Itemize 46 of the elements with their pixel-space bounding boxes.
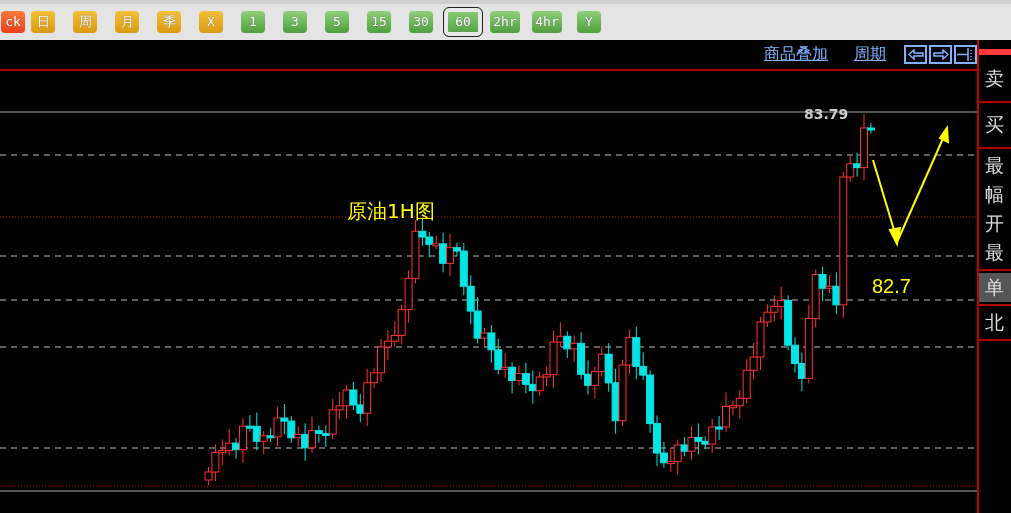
candlestick <box>342 384 351 420</box>
candlestick <box>666 447 675 473</box>
candlestick <box>225 428 234 457</box>
period-button[interactable]: 月 <box>115 11 139 33</box>
candlestick <box>535 371 544 397</box>
period-button[interactable]: 15 <box>367 11 391 33</box>
period-button[interactable]: 日 <box>31 11 55 33</box>
period-button[interactable]: 2hr <box>490 11 520 33</box>
candlestick <box>501 352 510 379</box>
period-button[interactable]: 5 <box>325 11 349 33</box>
period-button[interactable]: 3 <box>283 11 307 33</box>
quote-label: 最 <box>984 152 1005 178</box>
candlestick <box>349 381 358 411</box>
period-button[interactable]: 4hr <box>532 11 562 33</box>
candlestick <box>528 369 537 405</box>
candlestick <box>494 338 503 375</box>
quote-label: 买 <box>984 112 1005 137</box>
period-button[interactable]: 1 <box>241 11 265 33</box>
candlestick <box>563 330 572 359</box>
target-price-label: 82.7 <box>872 275 911 297</box>
candlestick <box>287 415 296 444</box>
layout-icon[interactable] <box>954 45 977 64</box>
quote-label: 单 <box>979 273 1011 302</box>
chart-title: 原油1H图 <box>347 199 435 223</box>
quote-label: 北 <box>984 309 1005 335</box>
candlestick <box>466 274 475 325</box>
candlestick <box>404 269 413 324</box>
period-button[interactable]: X <box>199 11 223 33</box>
quote-label: 卖 <box>984 66 1005 91</box>
quote-label: 开 <box>984 210 1005 236</box>
candlestick <box>383 329 392 361</box>
period-button[interactable]: 60 <box>443 7 483 37</box>
candlestick <box>280 403 289 435</box>
period-button[interactable]: 季 <box>157 11 181 33</box>
period-button[interactable]: Y <box>577 11 601 33</box>
period-button[interactable]: 周 <box>73 11 97 33</box>
header-link[interactable]: 周期 <box>854 44 886 65</box>
period-button[interactable]: 30 <box>409 11 433 33</box>
candlestick <box>770 294 779 322</box>
price-label: 83.79 <box>804 106 849 122</box>
period-button[interactable]: ck <box>1 11 25 33</box>
quote-label: 幅 <box>984 181 1005 207</box>
header-link[interactable]: 商品叠加 <box>764 44 828 65</box>
quote-label: 最 <box>984 239 1005 265</box>
candlestick <box>590 366 599 399</box>
indicator-bar <box>979 49 1011 55</box>
